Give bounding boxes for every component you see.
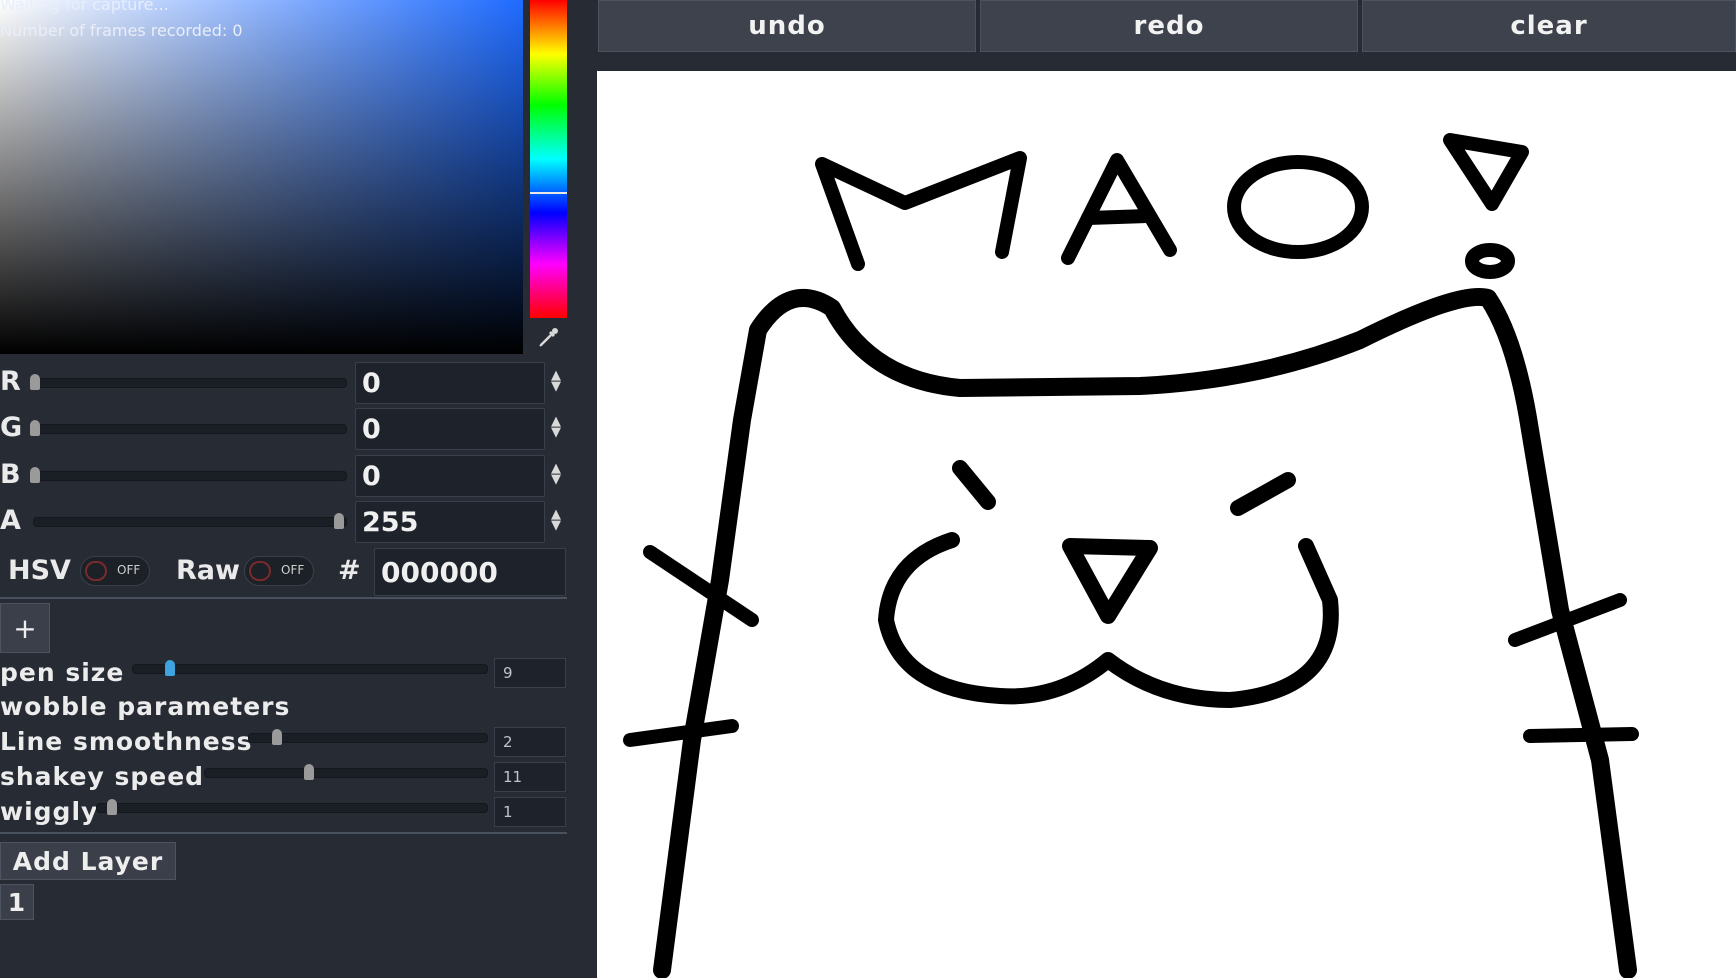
r-slider-track[interactable] xyxy=(33,378,347,388)
channel-label-b: B xyxy=(0,459,22,490)
divider xyxy=(0,832,567,834)
pen-size-slider-thumb[interactable] xyxy=(165,660,175,676)
clear-button[interactable]: clear xyxy=(1362,0,1736,52)
line-smoothness-slider-thumb[interactable] xyxy=(272,729,282,745)
add-layer-button[interactable]: Add Layer xyxy=(0,842,176,880)
channel-row-r: R 0 ▲ ▼ xyxy=(0,362,570,404)
shakey-speed-label: shakey speed xyxy=(0,762,205,791)
line-smoothness-input[interactable]: 2 xyxy=(494,727,566,757)
pen-size-label: pen size xyxy=(0,658,125,687)
add-preset-button[interactable]: + xyxy=(0,603,50,653)
channel-row-g: G 0 ▲ ▼ xyxy=(0,408,570,450)
b-value-input[interactable]: 0 xyxy=(355,455,545,497)
divider xyxy=(0,597,567,599)
hsv-toggle[interactable]: OFF xyxy=(80,556,150,586)
pen-size-input[interactable]: 9 xyxy=(494,658,566,688)
capture-status-overlay: Waiting for capture... Number of frames … xyxy=(0,0,243,44)
raw-toggle[interactable]: OFF xyxy=(244,556,314,586)
hue-slider[interactable] xyxy=(530,0,567,318)
hex-input[interactable]: 000000 xyxy=(374,548,566,596)
undo-button[interactable]: undo xyxy=(598,0,976,52)
wiggly-slider-thumb[interactable] xyxy=(107,799,117,815)
pen-size-slider-track[interactable] xyxy=(132,664,488,674)
shakey-speed-input[interactable]: 11 xyxy=(494,762,566,792)
cat-outline xyxy=(653,287,1637,978)
r-value-input[interactable]: 0 xyxy=(355,362,545,404)
b-slider-track[interactable] xyxy=(33,471,347,481)
shakey-speed-slider-track[interactable] xyxy=(204,768,488,778)
wiggly-slider-track[interactable] xyxy=(96,803,488,813)
wobble-parameters-title: wobble parameters xyxy=(0,692,291,721)
a-spinner-icon[interactable]: ▲ ▼ xyxy=(549,508,563,532)
g-spinner-icon[interactable]: ▲ ▼ xyxy=(549,415,563,439)
eyedropper-icon[interactable] xyxy=(536,324,562,350)
g-slider-track[interactable] xyxy=(33,424,347,434)
layer-item-1[interactable]: 1 xyxy=(0,884,34,920)
line-smoothness-slider-track[interactable] xyxy=(248,733,488,743)
channel-label-g: G xyxy=(0,412,24,443)
g-slider-thumb[interactable] xyxy=(30,420,40,436)
raw-toggle-state: OFF xyxy=(281,563,305,577)
line-smoothness-label: Line smoothness xyxy=(0,727,253,756)
b-slider-thumb[interactable] xyxy=(30,467,40,483)
wiggly-input[interactable]: 1 xyxy=(494,797,566,827)
hsv-label: HSV xyxy=(8,555,71,586)
frame-count-text: Number of frames recorded: 0 xyxy=(0,21,243,40)
g-value-input[interactable]: 0 xyxy=(355,408,545,450)
a-slider-thumb[interactable] xyxy=(334,513,344,529)
shakey-speed-slider-thumb[interactable] xyxy=(304,764,314,780)
raw-toggle-knob xyxy=(249,561,271,581)
redo-button[interactable]: redo xyxy=(980,0,1358,52)
capture-status-text: Waiting for capture... xyxy=(0,0,169,14)
saturation-value-picker[interactable] xyxy=(0,0,523,354)
hsv-toggle-state: OFF xyxy=(117,563,141,577)
r-spinner-icon[interactable]: ▲ ▼ xyxy=(549,369,563,393)
wiggly-label: wiggly xyxy=(0,797,99,826)
a-value-input[interactable]: 255 xyxy=(355,501,545,543)
cat-face xyxy=(878,460,1339,708)
a-slider-track[interactable] xyxy=(33,517,347,527)
raw-label: Raw xyxy=(176,555,240,586)
channel-row-a: A 255 ▲ ▼ xyxy=(0,501,570,543)
hex-symbol: # xyxy=(338,555,361,586)
hsv-toggle-knob xyxy=(85,561,107,581)
channel-label-r: R xyxy=(0,366,22,397)
b-spinner-icon[interactable]: ▲ ▼ xyxy=(549,462,563,486)
cat-drawing xyxy=(623,133,1639,978)
r-slider-thumb[interactable] xyxy=(30,374,40,390)
channel-row-b: B 0 ▲ ▼ xyxy=(0,455,570,497)
drawing-canvas[interactable] xyxy=(597,71,1736,978)
channel-label-a: A xyxy=(0,505,22,536)
hue-marker[interactable] xyxy=(530,192,567,194)
drawing-text xyxy=(815,133,1529,279)
